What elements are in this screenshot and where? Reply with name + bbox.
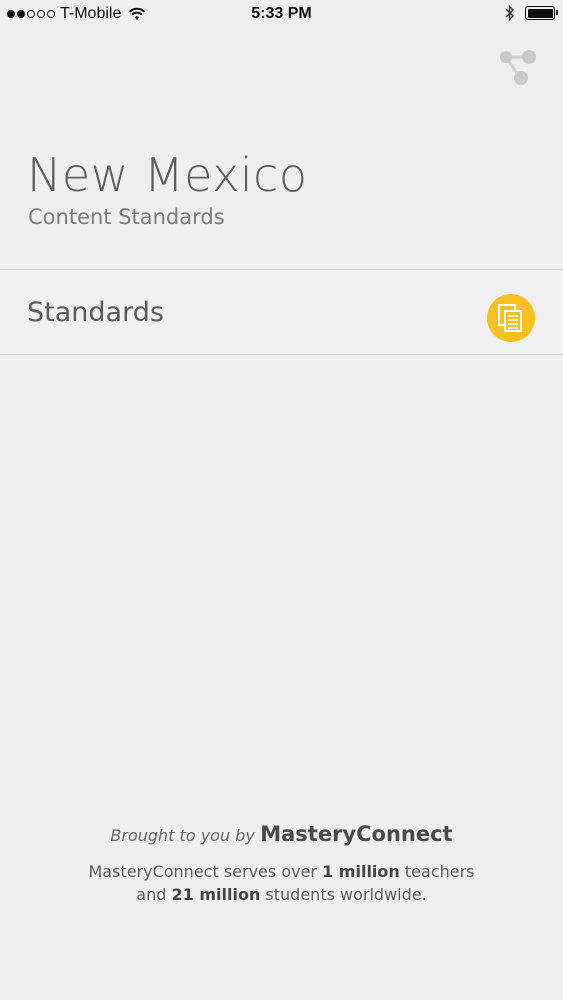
document-stack-glyph [498, 304, 522, 332]
page-subtitle: Content Standards [28, 205, 225, 229]
battery-icon [525, 6, 558, 20]
tagline-stat-teachers: 1 million [322, 862, 400, 881]
share-icon[interactable] [498, 48, 538, 88]
tagline-part: students worldwide. [265, 885, 427, 904]
document-stack-icon[interactable] [487, 294, 535, 342]
page-title: New Mexico [27, 148, 308, 202]
list-item-standards[interactable]: Standards [0, 269, 563, 355]
tagline-part: MasteryConnect serves over [88, 862, 317, 881]
brought-by-line: Brought to you by MasteryConnect [0, 822, 563, 846]
tagline-stat-students: 21 million [171, 885, 261, 904]
tagline-part: teachers [404, 862, 475, 881]
bluetooth-icon [505, 4, 514, 22]
battery-fill [527, 8, 553, 18]
list-item-label: Standards [27, 297, 164, 328]
brought-by-text: Brought to you by [110, 826, 255, 845]
status-right [505, 4, 558, 22]
status-time: 5:33 PM [251, 5, 312, 22]
status-bar: T-Mobile 5:33 PM [0, 0, 563, 30]
brand-name: MasteryConnect [260, 822, 453, 846]
footer: Brought to you by MasteryConnect Mastery… [0, 822, 563, 906]
tagline-part: and [136, 885, 167, 904]
tagline: MasteryConnect serves over 1 million tea… [0, 860, 563, 906]
